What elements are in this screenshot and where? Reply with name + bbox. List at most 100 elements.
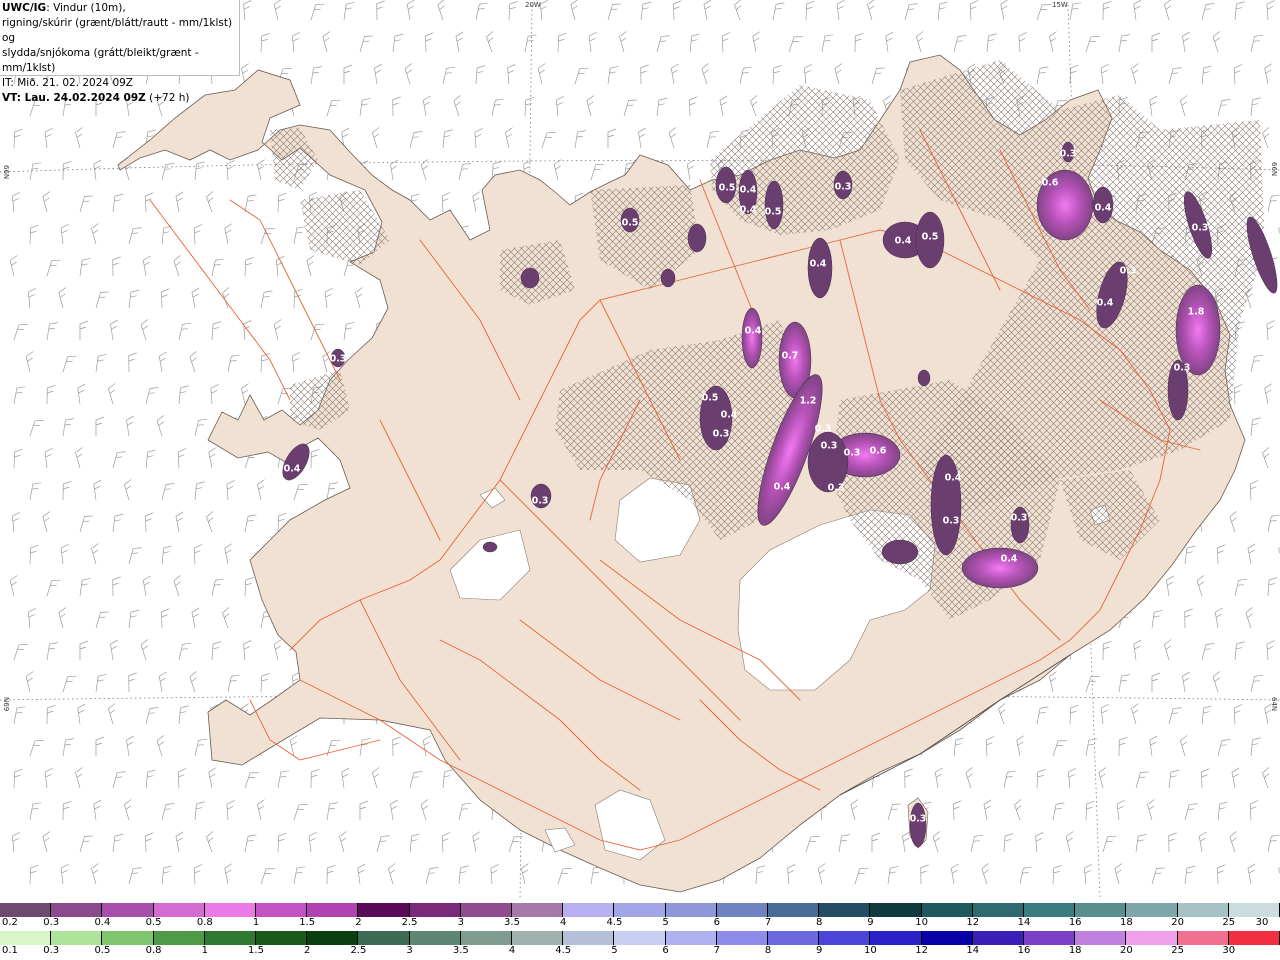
precip-value-label: 0.6 (870, 446, 887, 457)
scale-tick-label: 8 (816, 917, 823, 928)
precip-value-label: 0.5 (622, 218, 639, 229)
scale-tick-label: 16 (1017, 945, 1031, 956)
precip-value-label: 0.4 (745, 326, 762, 337)
scale-swatch (716, 903, 769, 917)
precip-value-label: 0.3 (1192, 223, 1209, 234)
precip-value-label: 0.3 (835, 182, 852, 193)
precip-value-label: 0.3 (713, 429, 730, 440)
precip-value-label: 0.3 (1174, 363, 1191, 374)
scale-swatch (1024, 931, 1076, 945)
scale-swatch (870, 931, 922, 945)
precip-value-label: 0.3 (532, 496, 549, 507)
scale-swatch (972, 931, 1025, 945)
scale-swatch (563, 903, 615, 917)
scale-swatch (102, 903, 154, 917)
scale-tick-label: 30 (1255, 917, 1269, 928)
precip-value-label: 0.3 (910, 814, 927, 825)
product-code: UWC/IG (2, 2, 47, 14)
precip-value-label: 0.4 (284, 464, 301, 475)
scale-swatch (1177, 931, 1229, 945)
weather-map: 0.5 0.40.4 0.50.30.4 0.50.40.60.40.30.30.30… (0, 0, 1280, 902)
scale-swatch (256, 903, 308, 917)
scale-swatch (614, 903, 666, 917)
scale-tick-label: 0.5 (94, 945, 111, 956)
scale-swatch (409, 903, 461, 917)
scale-swatch (512, 903, 564, 917)
title-description: : Vindur (10m), (46, 2, 126, 14)
precip-value-label: 0.3 (828, 483, 845, 494)
precip-value-label: 0.5 (922, 232, 939, 243)
scale-tick-label: 4 (508, 945, 516, 956)
scale-swatch (768, 903, 820, 917)
scale-tick-label: 1.5 (248, 945, 264, 956)
scale-swatch (819, 931, 871, 945)
precip-value-label: 0.4 (1001, 554, 1018, 565)
precip-value-label: 0.5 (702, 393, 719, 404)
scale-swatch (51, 931, 103, 945)
scale-swatch (1126, 903, 1178, 917)
scale-tick-label: 20 (1120, 945, 1133, 956)
scale-tick-label: 20 (1171, 917, 1184, 928)
scale-swatch (0, 903, 52, 917)
scale-swatch (204, 931, 257, 945)
scale-tick-label: 1.5 (299, 917, 316, 928)
precip-value-label: 0.4 (740, 185, 757, 196)
scale-tick-label: 0.3 (43, 917, 60, 928)
scale-tick-label: 5 (611, 945, 618, 956)
scale-tick-label: 25 (1222, 917, 1236, 928)
scale-tick-label: 4 (560, 917, 567, 928)
scale-swatch (460, 931, 513, 945)
scale-swatch (102, 931, 154, 945)
scale-tick-label: 6 (662, 945, 669, 956)
scale-tick-label: 4.5 (606, 917, 623, 928)
precip-value-label: 1.2 (800, 396, 817, 407)
lat-label-left-upper: 66N (2, 165, 10, 180)
precip-value-label: 0.3 (943, 516, 960, 527)
scale-swatch (716, 931, 769, 945)
scale-tick-label: 16 (1068, 917, 1082, 928)
title-line-3: slydda/snjókoma (grátt/bleikt/grænt - mm… (2, 47, 199, 74)
scale-tick-label: 10 (915, 917, 928, 928)
lat-label-right-lower: 64N (1270, 697, 1278, 712)
precip-value-label: 0.3 (815, 424, 832, 435)
title-line-1: UWC/IG: Vindur (10m), (2, 1, 237, 16)
precip-value-label: 0.5 (765, 207, 782, 218)
lon-label-20w: 20W (525, 1, 541, 9)
scale-swatch (563, 931, 615, 945)
lon-label-15w: 15W (1052, 1, 1068, 9)
scale-tick-label: 2.5 (401, 917, 418, 928)
scale-tick-label: 30 (1222, 945, 1236, 956)
scale-tick-label: 7 (764, 917, 772, 928)
scale-tick-label: 2.5 (350, 945, 367, 956)
precip-value-label: 0.3 (844, 448, 861, 459)
scale-swatch (153, 931, 205, 945)
scale-swatch (921, 931, 973, 945)
lat-label-right-upper: 66N (1270, 162, 1278, 177)
scale-swatch (1228, 931, 1280, 945)
precip-value-label: 0.4 (721, 410, 738, 421)
scale-swatch (153, 903, 205, 917)
scale-swatch (358, 931, 410, 945)
scale-swatch (409, 931, 461, 945)
scale-tick-label: 4.5 (555, 945, 572, 956)
precip-value-label: 0.4 (945, 473, 962, 484)
scale-tick-label: 0.3 (43, 945, 60, 956)
scale-tick-label: 0.8 (196, 917, 213, 928)
scale-tick-label: 7 (713, 945, 720, 956)
scale-tick-label: 3 (406, 945, 413, 956)
scale-tick-label: 14 (966, 945, 980, 956)
scale-swatch (665, 931, 717, 945)
scale-tick-label: 8 (764, 945, 772, 956)
lat-label-left-lower: N69 (2, 697, 10, 712)
scale-swatch (307, 903, 359, 917)
scale-tick-label: 0.5 (145, 917, 162, 928)
precip-value-label: 0.4 (895, 236, 912, 247)
snow-scale: 0.2 0.3 0.4 0.5 0.8 1 1.5 2 2.5 3 3.5 4 4.5 5 6 7 8 9 10 12… (0, 903, 1280, 931)
scale-tick-label: 0.8 (145, 945, 162, 956)
scale-tick-label: 3.5 (504, 917, 520, 928)
forecast-offset: (+72 h) (145, 92, 190, 104)
precip-value-label: 0.3 (330, 354, 347, 365)
scale-swatch (1075, 931, 1127, 945)
scale-swatch (665, 903, 717, 917)
scale-tick-label: 10 (864, 945, 877, 956)
